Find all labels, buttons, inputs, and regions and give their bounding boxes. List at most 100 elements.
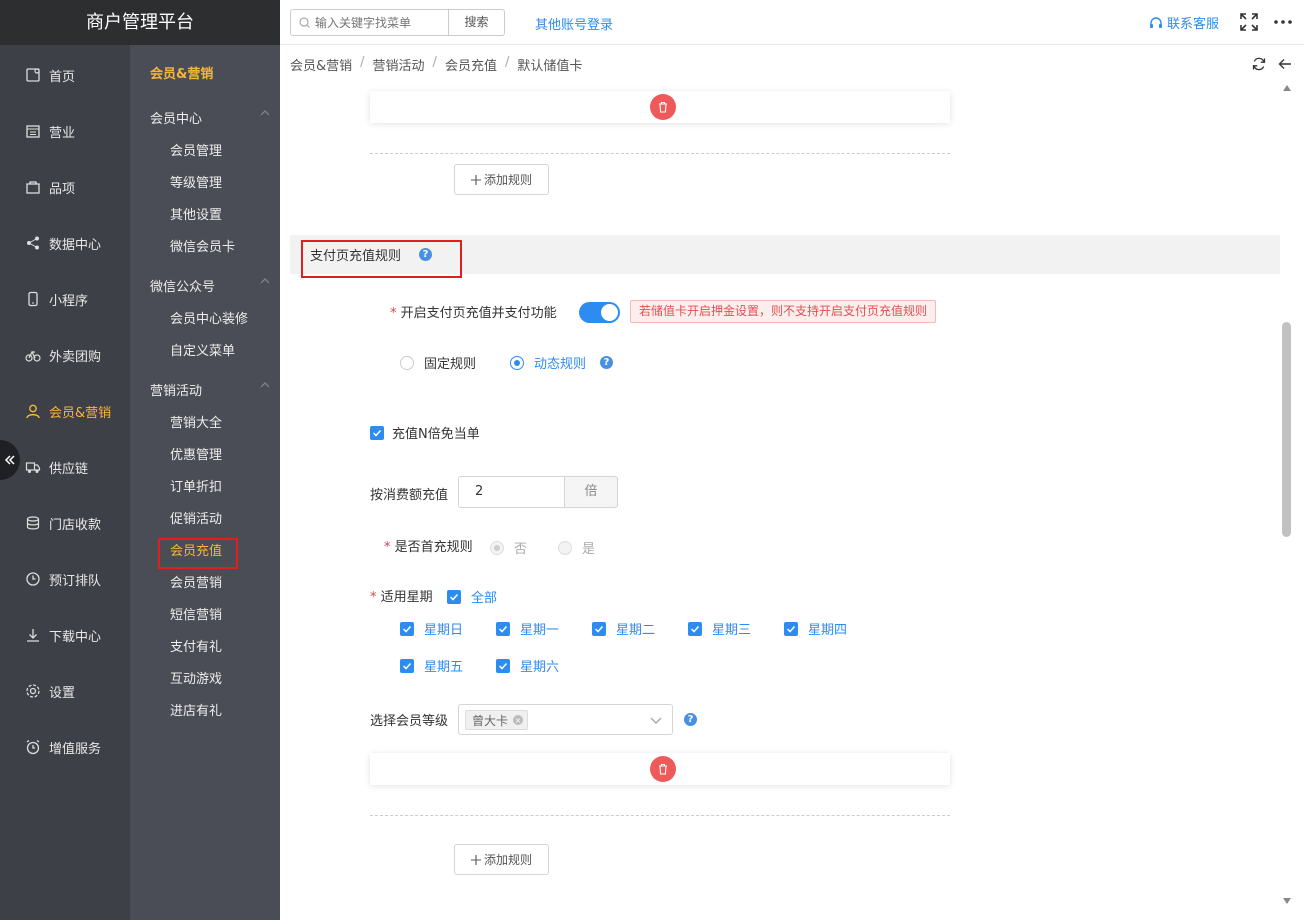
sidebar-item-label: 数据中心 bbox=[49, 237, 102, 253]
alarm-icon bbox=[24, 738, 42, 756]
subnav-item-coupon-manage[interactable]: 优惠管理 bbox=[170, 446, 222, 466]
multiplier-input[interactable]: 2 bbox=[458, 476, 565, 508]
sidebar-item-business[interactable]: 营业 bbox=[0, 103, 130, 159]
radio-button[interactable] bbox=[510, 355, 524, 370]
help-icon[interactable]: ? bbox=[600, 356, 614, 369]
checkbox[interactable] bbox=[447, 589, 461, 604]
sidebar-item-reservation[interactable]: 预订排队 bbox=[0, 551, 130, 607]
breadcrumb-item[interactable]: 会员&营销 bbox=[290, 55, 352, 74]
chevron-up-icon bbox=[260, 278, 270, 284]
back-arrow-icon[interactable] bbox=[1278, 57, 1292, 71]
sidebar-item-download[interactable]: 下载中心 bbox=[0, 607, 130, 663]
radio-fixed-rule[interactable]: 固定规则 bbox=[400, 353, 476, 372]
trash-icon bbox=[659, 763, 667, 775]
checkbox-tuesday[interactable]: 星期二 bbox=[592, 619, 655, 638]
member-level-select[interactable]: 曾大卡 × bbox=[458, 704, 673, 735]
subnav-item-member-marketing[interactable]: 会员营销 bbox=[170, 574, 222, 594]
breadcrumb-item[interactable]: 会员充值 bbox=[445, 55, 497, 74]
sidebar-item-supply-chain[interactable]: 供应链 bbox=[0, 439, 130, 495]
sidebar-item-member-marketing[interactable]: 会员&营销 bbox=[0, 383, 130, 439]
sidebar-item-miniapp[interactable]: 小程序 bbox=[0, 271, 130, 327]
search-input[interactable] bbox=[315, 15, 440, 30]
checkbox-saturday[interactable]: 星期六 bbox=[496, 656, 559, 675]
delete-rule-button[interactable] bbox=[650, 756, 676, 782]
checkbox[interactable] bbox=[592, 621, 606, 636]
contact-service-link[interactable]: 联系客服 bbox=[1148, 13, 1219, 32]
checkbox-weekday-all[interactable]: 全部 bbox=[447, 587, 497, 606]
scrollbar-thumb[interactable] bbox=[1282, 322, 1291, 537]
other-account-login-link[interactable]: 其他账号登录 bbox=[535, 14, 613, 33]
add-rule-button[interactable]: 添加规则 bbox=[454, 164, 549, 195]
gear-icon bbox=[24, 682, 42, 700]
checkbox[interactable] bbox=[496, 621, 510, 636]
sidebar-item-data-center[interactable]: 数据中心 bbox=[0, 215, 130, 271]
subnav-item-custom-menu[interactable]: 自定义菜单 bbox=[170, 342, 235, 362]
scroll-down-arrow[interactable] bbox=[1283, 898, 1291, 904]
add-rule-label: 添加规则 bbox=[483, 853, 532, 867]
subnav-item-wechat-card[interactable]: 微信会员卡 bbox=[170, 238, 235, 258]
subnav-group-marketing[interactable]: 营销活动 bbox=[150, 380, 270, 399]
enable-pay-recharge-toggle[interactable] bbox=[579, 302, 620, 323]
add-rule-button[interactable]: 添加规则 bbox=[454, 844, 549, 875]
sidebar-item-label: 会员&营销 bbox=[49, 405, 112, 421]
subnav-item-other-settings[interactable]: 其他设置 bbox=[170, 206, 222, 226]
sidebar-item-value-added[interactable]: 增值服务 bbox=[0, 719, 130, 775]
sidebar-item-label: 下载中心 bbox=[49, 629, 102, 645]
subnav-group-wechat-official[interactable]: 微信公众号 bbox=[150, 276, 270, 295]
main-content: 添加规则 支付页充值规则 ? * 开启支付页充值并支付功能 若储值卡开启押金设置… bbox=[280, 83, 1280, 920]
more-icon[interactable] bbox=[1273, 13, 1293, 31]
double-chevron-left-icon bbox=[4, 455, 15, 465]
scroll-up-arrow[interactable] bbox=[1283, 85, 1291, 91]
search-button[interactable]: 搜索 bbox=[448, 10, 504, 35]
radio-label: 是 bbox=[582, 542, 596, 557]
bike-icon bbox=[24, 346, 42, 364]
radio-button[interactable] bbox=[490, 540, 504, 555]
sidebar-item-store-payment[interactable]: 门店收款 bbox=[0, 495, 130, 551]
subnav-item-sms-marketing[interactable]: 短信营销 bbox=[170, 606, 222, 626]
subnav-item-marketing-all[interactable]: 营销大全 bbox=[170, 414, 222, 434]
subnav-item-member-manage[interactable]: 会员管理 bbox=[170, 142, 222, 162]
subnav-group-member-center[interactable]: 会员中心 bbox=[150, 108, 270, 127]
rule-card bbox=[370, 91, 950, 123]
subnav-item-visit-gift[interactable]: 进店有礼 bbox=[170, 702, 222, 722]
checkbox-wednesday[interactable]: 星期三 bbox=[688, 619, 751, 638]
weekday-label-text: 适用星期 bbox=[380, 590, 433, 605]
checkbox[interactable] bbox=[688, 621, 702, 636]
radio-first-charge-no[interactable]: 否 bbox=[490, 538, 527, 557]
subnav-item-member-decoration[interactable]: 会员中心装修 bbox=[170, 310, 248, 330]
delete-rule-button[interactable] bbox=[650, 94, 676, 120]
checkbox-friday[interactable]: 星期五 bbox=[400, 656, 463, 675]
refresh-icon[interactable] bbox=[1252, 57, 1266, 71]
checkbox-label: 星期三 bbox=[712, 623, 752, 638]
fullscreen-icon[interactable] bbox=[1240, 13, 1258, 31]
sidebar-item-settings[interactable]: 设置 bbox=[0, 663, 130, 719]
sidebar-item-products[interactable]: 品项 bbox=[0, 159, 130, 215]
checkbox[interactable] bbox=[496, 658, 510, 673]
subnav-item-order-discount[interactable]: 订单折扣 bbox=[170, 478, 222, 498]
checkbox[interactable] bbox=[370, 425, 384, 440]
subnav-item-games[interactable]: 互动游戏 bbox=[170, 670, 222, 690]
radio-button[interactable] bbox=[558, 540, 572, 555]
sidebar-item-delivery[interactable]: 外卖团购 bbox=[0, 327, 130, 383]
first-charge-label: * 是否首充规则 bbox=[384, 540, 473, 555]
subnav-item-level-manage[interactable]: 等级管理 bbox=[170, 174, 222, 194]
checkbox[interactable] bbox=[784, 621, 798, 636]
checkbox[interactable] bbox=[400, 621, 414, 636]
radio-button[interactable] bbox=[400, 355, 414, 370]
checkbox-n-times-free[interactable]: 充值N倍免当单 bbox=[370, 423, 480, 442]
close-icon[interactable]: × bbox=[513, 715, 524, 725]
highlight-box bbox=[158, 538, 238, 569]
sidebar-item-home[interactable]: 首页 bbox=[0, 47, 130, 103]
checkbox-monday[interactable]: 星期一 bbox=[496, 619, 559, 638]
member-level-label: 选择会员等级 bbox=[370, 714, 449, 729]
breadcrumb-item[interactable]: 营销活动 bbox=[373, 55, 425, 74]
sidebar-item-label: 门店收款 bbox=[49, 517, 102, 533]
radio-first-charge-yes[interactable]: 是 bbox=[558, 538, 595, 557]
radio-dynamic-rule[interactable]: 动态规则 ? bbox=[510, 353, 614, 372]
checkbox[interactable] bbox=[400, 658, 414, 673]
help-icon[interactable]: ? bbox=[684, 713, 697, 726]
subnav-item-promotion[interactable]: 促销活动 bbox=[170, 510, 222, 530]
subnav-item-pay-gift[interactable]: 支付有礼 bbox=[170, 638, 222, 658]
checkbox-sunday[interactable]: 星期日 bbox=[400, 619, 463, 638]
checkbox-thursday[interactable]: 星期四 bbox=[784, 619, 847, 638]
